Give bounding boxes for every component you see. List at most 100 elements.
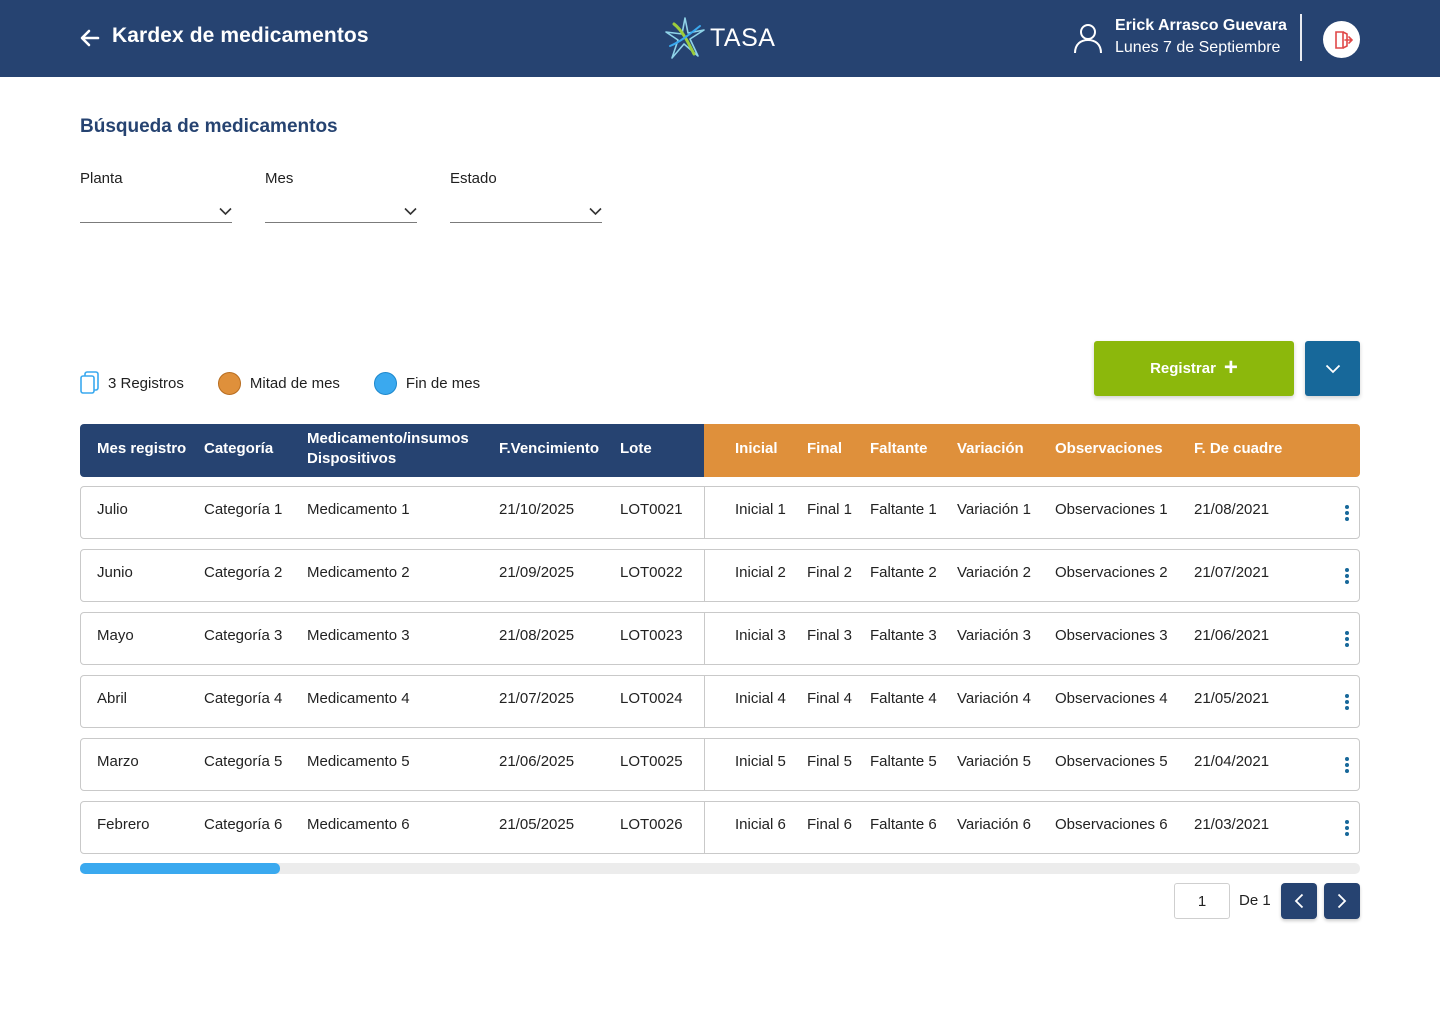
- mid-month-dot: [217, 371, 241, 395]
- chevron-down-icon: [1325, 364, 1340, 373]
- cell-faltante: Faltante 5: [870, 753, 937, 770]
- row-divider: [704, 486, 705, 539]
- cell-categoria: Categoría 4: [204, 690, 283, 707]
- brand-logo: TASA: [664, 16, 775, 60]
- row-menu-icon[interactable]: [1339, 752, 1355, 778]
- table-row[interactable]: Febrero Categoría 6 Medicamento 6 21/05/…: [80, 801, 1360, 854]
- header-categoria: Categoría: [204, 440, 274, 457]
- page-total-label: De 1: [1239, 892, 1271, 909]
- cell-medicamento: Medicamento 6: [307, 816, 410, 833]
- header-medicamento-line1: Medicamento/insumos: [307, 430, 469, 447]
- table-row[interactable]: Julio Categoría 1 Medicamento 1 21/10/20…: [80, 486, 1360, 539]
- cell-variacion: Variación 3: [957, 627, 1031, 644]
- header-mes-registro: Mes registro: [97, 440, 187, 457]
- register-button[interactable]: Registrar +: [1094, 341, 1294, 396]
- records-count: 3 Registros: [80, 371, 184, 395]
- logout-button[interactable]: [1323, 21, 1360, 58]
- scrollbar-thumb[interactable]: [80, 863, 280, 874]
- table-row[interactable]: Marzo Categoría 5 Medicamento 5 21/06/20…: [80, 738, 1360, 791]
- chevron-down-icon: [219, 207, 232, 216]
- legend-end-month: Fin de mes: [373, 371, 481, 395]
- user-name: Erick Arrasco Guevara: [1115, 17, 1287, 34]
- row-menu-icon[interactable]: [1339, 500, 1355, 526]
- search-section-title: Búsqueda de medicamentos: [80, 116, 338, 137]
- cell-final: Final 4: [807, 690, 853, 707]
- next-page-button[interactable]: [1324, 883, 1360, 919]
- cell-medicamento: Medicamento 1: [307, 501, 410, 518]
- cell-lote: LOT0024: [620, 690, 683, 707]
- user-icon: [1074, 24, 1102, 54]
- filter-label: Mes: [265, 170, 294, 187]
- cell-fecha-cuadre: 21/03/2021: [1194, 816, 1270, 833]
- previous-page-button[interactable]: [1281, 883, 1317, 919]
- header-divider: [1300, 14, 1302, 61]
- plus-icon: +: [1223, 353, 1238, 381]
- row-divider: [704, 738, 705, 791]
- current-date: Lunes 7 de Septiembre: [1115, 39, 1281, 56]
- header-final: Final: [807, 440, 843, 457]
- table-header: Mes registro Categoría Medicamento/insum…: [80, 424, 1360, 477]
- table-row[interactable]: Mayo Categoría 3 Medicamento 3 21/08/202…: [80, 612, 1360, 665]
- table-row[interactable]: Abril Categoría 4 Medicamento 4 21/07/20…: [80, 675, 1360, 728]
- cell-lote: LOT0023: [620, 627, 683, 644]
- cell-inicial: Inicial 2: [735, 564, 786, 581]
- cell-final: Final 2: [807, 564, 853, 581]
- cell-categoria: Categoría 5: [204, 753, 283, 770]
- back-arrow-icon[interactable]: [78, 26, 102, 50]
- cell-observaciones: Observaciones 5: [1055, 753, 1168, 770]
- cell-variacion: Variación 4: [957, 690, 1031, 707]
- table-row[interactable]: Junio Categoría 2 Medicamento 2 21/09/20…: [80, 549, 1360, 602]
- mes-select[interactable]: [265, 205, 417, 223]
- cell-vencimiento: 21/06/2025: [499, 753, 575, 770]
- cell-medicamento: Medicamento 3: [307, 627, 410, 644]
- cell-mes: Abril: [97, 690, 128, 707]
- legend-mid-month: Mitad de mes: [217, 371, 340, 395]
- chevron-left-icon: [1294, 893, 1304, 909]
- cell-lote: LOT0025: [620, 753, 683, 770]
- filter-label: Estado: [450, 170, 497, 187]
- row-divider: [704, 549, 705, 602]
- row-menu-icon[interactable]: [1339, 626, 1355, 652]
- cell-medicamento: Medicamento 4: [307, 690, 410, 707]
- planta-select[interactable]: [80, 205, 232, 223]
- cell-faltante: Faltante 2: [870, 564, 937, 581]
- more-options-button[interactable]: [1305, 341, 1360, 396]
- cell-medicamento: Medicamento 5: [307, 753, 410, 770]
- cell-observaciones: Observaciones 3: [1055, 627, 1168, 644]
- cell-vencimiento: 21/09/2025: [499, 564, 575, 581]
- header-observaciones: Observaciones: [1055, 440, 1163, 457]
- cell-categoria: Categoría 2: [204, 564, 283, 581]
- filter-label: Planta: [80, 170, 123, 187]
- row-divider: [704, 801, 705, 854]
- cell-variacion: Variación 6: [957, 816, 1031, 833]
- row-menu-icon[interactable]: [1339, 563, 1355, 589]
- cell-mes: Julio: [97, 501, 128, 518]
- filter-mes: Mes: [265, 170, 417, 223]
- cell-observaciones: Observaciones 4: [1055, 690, 1168, 707]
- row-menu-icon[interactable]: [1339, 815, 1355, 841]
- cell-mes: Febrero: [97, 816, 150, 833]
- legend: 3 Registros Mitad de mes Fin de mes: [80, 370, 514, 396]
- cell-lote: LOT0026: [620, 816, 683, 833]
- header-lote: Lote: [620, 440, 652, 457]
- cell-fecha-cuadre: 21/07/2021: [1194, 564, 1270, 581]
- header-fecha-cuadre: F. De cuadre: [1194, 440, 1283, 457]
- cell-observaciones: Observaciones 1: [1055, 501, 1168, 518]
- end-month-label: Fin de mes: [405, 374, 481, 392]
- cell-observaciones: Observaciones 6: [1055, 816, 1168, 833]
- register-label: Registrar: [1150, 360, 1216, 377]
- cell-faltante: Faltante 4: [870, 690, 937, 707]
- cell-inicial: Inicial 5: [735, 753, 786, 770]
- header-medicamento: Medicamento/insumos Dispositivos: [307, 429, 469, 469]
- row-menu-icon[interactable]: [1339, 689, 1355, 715]
- estado-select[interactable]: [450, 205, 602, 223]
- chevron-right-icon: [1337, 893, 1347, 909]
- cell-inicial: Inicial 3: [735, 627, 786, 644]
- header-faltante: Faltante: [870, 440, 928, 457]
- cell-vencimiento: 21/08/2025: [499, 627, 575, 644]
- cell-final: Final 1: [807, 501, 853, 518]
- row-divider: [704, 612, 705, 665]
- header-variacion: Variación: [957, 440, 1024, 457]
- page-number-input[interactable]: [1174, 883, 1230, 919]
- cell-faltante: Faltante 1: [870, 501, 937, 518]
